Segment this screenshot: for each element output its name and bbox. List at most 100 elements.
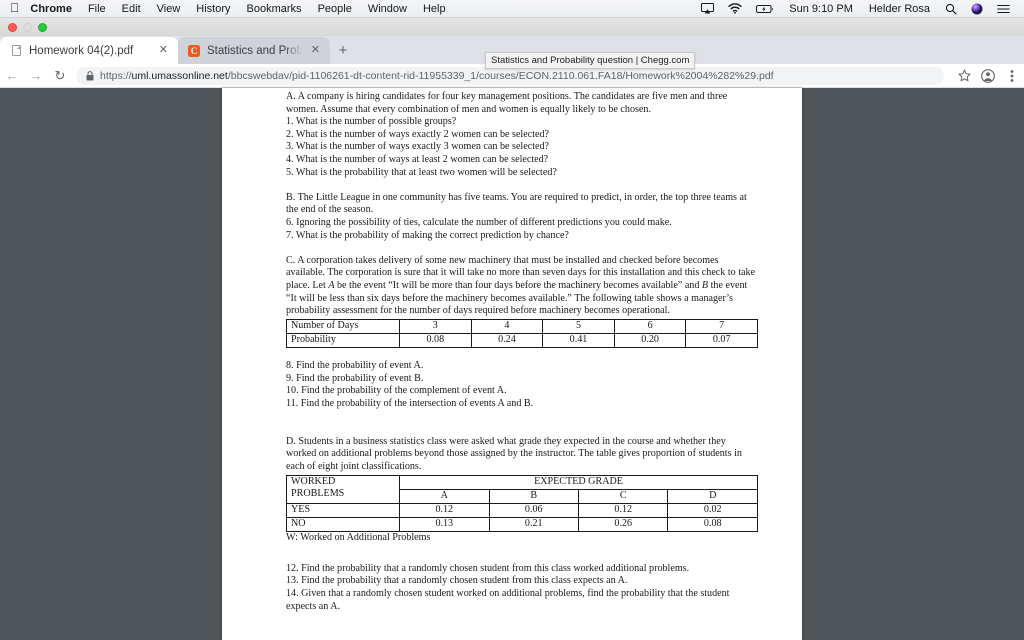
menu-item-history[interactable]: History [188,0,238,18]
tab-homework-pdf[interactable]: Homework 04(2).pdf ✕ [0,37,178,64]
row-label-no: NO [285,516,401,532]
group-header-expected-grade: EXPECTED GRADE [399,474,758,490]
address-bar[interactable]: https://uml.umassonline.net/bbcswebdav/p… [76,66,944,85]
reload-button[interactable]: ↻ [48,64,72,88]
question-12: 12. Find the probability that a randomly… [286,562,690,574]
days-cell: 6 [613,318,687,334]
tab-tooltip: Statistics and Probability question | Ch… [485,52,696,69]
menu-bar-left:  Chrome File Edit View History Bookmark… [0,0,454,17]
siri-icon[interactable] [964,0,990,17]
section-d-intro: D. Students in a business statistics cla… [286,435,742,473]
menu-item-edit[interactable]: Edit [114,0,149,18]
table-row: YES 0.12 0.06 0.12 0.02 [285,502,758,518]
corner-header-worked-problems: WORKED PROBLEMS [285,474,401,504]
menu-bar-clock[interactable]: Sun 9:10 PM [781,3,861,15]
pdf-viewer: A. A company is hiring candidates for fo… [0,88,1024,640]
section-d-legend: W: Worked on Additional Problems [286,531,431,543]
section-c-intro-part2: be the event “It will be more than four … [334,279,702,291]
menu-item-window[interactable]: Window [360,0,415,18]
grade-header-a: A [399,488,490,504]
url-scheme: https:// [100,69,132,82]
table-row: Probability 0.08 0.24 0.41 0.20 0.07 [285,332,758,348]
menu-item-bookmarks[interactable]: Bookmarks [239,0,310,18]
pdf-page: A. A company is hiring candidates for fo… [222,88,802,640]
days-cell: 5 [542,318,615,334]
close-tab-icon[interactable]: ✕ [309,43,322,58]
grade-header-d: D [667,488,758,504]
url-domain: uml.umassonline.net [131,69,228,82]
url-path: /bbcswebdav/pid-1106261-dt-content-rid-1… [227,69,774,82]
menu-item-help[interactable]: Help [415,0,454,18]
maximize-window-button[interactable] [38,23,47,32]
probability-cell: 0.24 [470,332,544,348]
pdf-document-content: A. A company is hiring candidates for fo… [222,88,802,613]
wifi-icon[interactable] [721,0,749,17]
menu-item-chrome[interactable]: Chrome [30,0,80,18]
control-center-icon[interactable] [990,0,1017,17]
question-4: 4. What is the number of ways at least 2… [286,153,549,165]
screen:  Chrome File Edit View History Bookmark… [0,0,1024,640]
window-controls [8,23,47,32]
grade-table-d-wrapper: WORKED PROBLEMS EXPECTED GRADE A B C D YE… [285,474,758,532]
menu-bar-status-area: Sun 9:10 PM Helder Rosa [694,0,1024,17]
grade-table-d: WORKED PROBLEMS EXPECTED GRADE A B C D YE… [285,474,758,532]
section-b-intro: B. The Little League in one community ha… [286,191,747,216]
grade-header-c: C [577,488,669,504]
question-3: 3. What is the number of ways exactly 3 … [286,141,549,153]
menu-item-people[interactable]: People [310,0,360,18]
proportion-cell: 0.06 [488,502,580,518]
search-icon[interactable] [938,0,964,17]
address-bar-url: https://uml.umassonline.net/bbcswebdav/p… [100,70,774,82]
section-a-intro: A. A company is hiring candidates for fo… [286,91,728,115]
question-10: 10. Find the probability of the compleme… [286,385,507,397]
close-tab-icon[interactable]: ✕ [157,43,170,58]
forward-button[interactable]: → [24,64,48,88]
row-header-probability: Probability [285,332,401,348]
days-cell: 3 [399,318,472,334]
question-9: 9. Find the probability of event B. [286,372,424,384]
menu-bar-user-name[interactable]: Helder Rosa [861,3,938,15]
battery-charging-icon[interactable] [749,0,781,17]
proportion-cell: 0.12 [577,502,669,518]
bookmark-star-icon[interactable] [952,64,976,88]
probability-cell: 0.08 [399,332,472,348]
lock-icon [86,70,94,81]
chegg-icon: C [188,44,200,57]
macos-menu-bar:  Chrome File Edit View History Bookmark… [0,0,1024,18]
probability-table-c: Number of Days 3 4 5 6 7 Probability 0.0… [285,318,758,348]
back-button[interactable]: ← [0,64,24,88]
chrome-menu-icon[interactable] [1000,64,1024,88]
tab-statistics-chegg[interactable]: C Statistics and Probability quest ✕ [178,37,330,64]
question-1: 1. What is the number of possible groups… [286,116,457,128]
days-cell: 7 [685,318,758,334]
tab-title: Statistics and Probability quest [207,44,302,57]
table-row: WORKED PROBLEMS EXPECTED GRADE [285,474,758,504]
question-7: 7. What is the probability of making the… [286,229,569,241]
probability-table-c-wrapper: Number of Days 3 4 5 6 7 Probability 0.0… [285,318,758,348]
question-6: 6. Ignoring the possibility of ties, cal… [286,216,672,228]
proportion-cell: 0.08 [667,516,758,532]
profile-avatar-icon[interactable] [976,64,1000,88]
probability-cell: 0.20 [613,332,687,348]
pdf-file-icon [10,45,22,57]
days-cell: 4 [470,318,544,334]
corner-header-line1: WORKED [291,475,336,487]
row-label-yes: YES [285,502,401,518]
close-window-button[interactable] [8,23,17,32]
probability-cell: 0.07 [685,332,758,348]
window-titlebar [0,18,1024,36]
proportion-cell: 0.26 [577,516,669,532]
proportion-cell: 0.21 [488,516,580,532]
menu-item-file[interactable]: File [80,0,114,18]
airplay-icon[interactable] [694,0,721,17]
menu-item-view[interactable]: View [149,0,189,18]
tab-title: Homework 04(2).pdf [29,44,134,57]
minimize-window-button[interactable] [23,23,32,32]
apple-logo-icon[interactable]:  [0,2,30,15]
proportion-cell: 0.12 [399,502,490,518]
question-2: 2. What is the number of ways exactly 2 … [286,128,549,140]
new-tab-button[interactable]: + [330,37,356,64]
